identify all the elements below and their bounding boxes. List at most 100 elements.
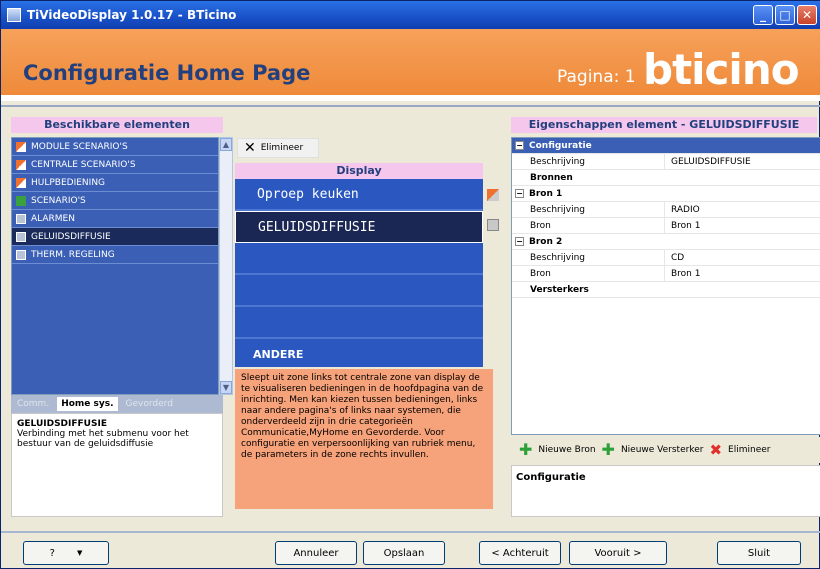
group-label: Bron 1 [529, 188, 563, 199]
list-item-label: THERM. REGELING [31, 249, 115, 260]
opslaan-button[interactable]: Opslaan [363, 541, 445, 565]
property-key: Versterkers [530, 284, 589, 295]
list-item-label: MODULE SCENARIO'S [31, 141, 128, 152]
property-key: Bronnen [530, 172, 573, 183]
list-item[interactable]: CENTRALE SCENARIO'S [12, 156, 218, 174]
page-header: Configuratie Home Page Pagina: 1 bticino [1, 29, 820, 101]
scroll-up-icon[interactable]: ▲ [220, 138, 232, 151]
achteruit-button[interactable]: < Achteruit [479, 541, 561, 565]
new-source-button[interactable]: Nieuwe Bron [538, 445, 595, 455]
sluit-button[interactable]: Sluit [717, 541, 801, 565]
app-icon [7, 8, 21, 22]
property-row[interactable]: Bron Bron 1 [512, 266, 820, 282]
group-label: Bron 2 [529, 236, 563, 247]
description-title: GELUIDSDIFFUSIE [17, 419, 107, 429]
display-row[interactable] [235, 275, 483, 307]
property-value[interactable]: Bron 1 [664, 266, 700, 281]
display-row[interactable]: Oproep keuken [235, 179, 483, 211]
list-item-label: HULPBEDIENING [31, 177, 106, 188]
close-button[interactable]: ✕ [797, 5, 817, 25]
display-row[interactable] [235, 307, 483, 339]
properties-grid: − Configuratie Beschrijving GELUIDSDIFFUSIE… [511, 137, 820, 435]
list-scrollbar[interactable]: ▲ ▼ [219, 137, 233, 395]
minimize-button[interactable]: _ [753, 5, 773, 25]
right-elimineer-button[interactable]: Elimineer [728, 445, 770, 455]
configuration-panel: Configuratie [511, 465, 820, 517]
available-elements-list: MODULE SCENARIO'S CENTRALE SCENARIO'S HULP… [11, 137, 219, 395]
bticino-logo: bticino [643, 45, 800, 94]
list-item-label: CENTRALE SCENARIO'S [31, 159, 136, 170]
help-dropdown[interactable]: ? ▼ [23, 541, 109, 565]
description-text: Verbinding met het submenu voor het best… [17, 429, 189, 449]
move-flag-icon[interactable] [487, 189, 499, 201]
edit-icon[interactable] [487, 219, 499, 231]
list-item[interactable]: SCENARIO'S [12, 192, 218, 210]
green-icon [16, 195, 26, 206]
property-row[interactable]: Beschrijving CD [512, 250, 820, 266]
list-item-label: ALARMEN [31, 213, 75, 224]
property-row[interactable]: Versterkers [512, 282, 820, 298]
window-title: TiVideoDisplay 1.0.17 - BTicino [27, 8, 237, 22]
flag-icon [16, 141, 26, 152]
divider [1, 531, 820, 533]
tab-gevorderd[interactable]: Gevorderd [126, 399, 173, 409]
property-group[interactable]: − Configuratie [512, 138, 820, 154]
property-key: Beschrijving [530, 252, 585, 263]
help-text: Sleept uit zone links tot centrale zone … [235, 369, 493, 509]
collapse-icon[interactable]: − [515, 237, 524, 246]
property-key: Beschrijving [530, 156, 585, 167]
new-amplifier-button[interactable]: Nieuwe Versterker [621, 445, 704, 455]
property-row[interactable]: Bron Bron 1 [512, 218, 820, 234]
property-value[interactable]: RADIO [664, 202, 700, 217]
page-number: Pagina: 1 [557, 67, 636, 87]
gray-icon [16, 249, 26, 260]
group-label: Configuratie [529, 140, 592, 151]
property-key: Bron [530, 268, 551, 279]
property-value[interactable]: Bron 1 [664, 218, 700, 233]
app-window: TiVideoDisplay 1.0.17 - BTicino _ □ ✕ Co… [0, 0, 820, 569]
flag-icon [16, 159, 26, 170]
element-description: GELUIDSDIFFUSIE Verbinding met het subme… [11, 413, 223, 517]
page-title: Configuratie Home Page [23, 61, 311, 85]
collapse-icon[interactable]: − [515, 189, 524, 198]
vooruit-button[interactable]: Vooruit > [569, 541, 667, 565]
tab-comm[interactable]: Comm. [17, 399, 49, 409]
plus-icon: ✚ [601, 440, 615, 459]
display-row[interactable]: GELUIDSDIFFUSIE [235, 211, 483, 243]
list-item[interactable]: HULPBEDIENING [12, 174, 218, 192]
property-row[interactable]: Beschrijving GELUIDSDIFFUSIE [512, 154, 820, 170]
list-item-label: SCENARIO'S [31, 195, 86, 206]
list-item[interactable]: MODULE SCENARIO'S [12, 138, 218, 156]
collapse-icon[interactable]: − [515, 141, 524, 150]
tab-home-sys[interactable]: Home sys. [57, 397, 118, 411]
plus-icon: ✚ [519, 440, 533, 459]
scroll-down-icon[interactable]: ▼ [220, 381, 232, 394]
display-zone: Oproep keuken GELUIDSDIFFUSIE ANDERE [235, 179, 483, 371]
list-item[interactable]: GELUIDSDIFFUSIE [12, 228, 218, 246]
available-elements-heading: Beschikbare elementen [11, 117, 223, 133]
list-item[interactable]: THERM. REGELING [12, 246, 218, 264]
chevron-down-icon: ▼ [76, 549, 83, 557]
properties-toolbar: ✚ Nieuwe Bron ✚ Nieuwe Versterker ✖ Elim… [511, 437, 820, 463]
annuleer-button[interactable]: Annuleer [275, 541, 357, 565]
property-key: Beschrijving [530, 204, 585, 215]
title-bar: TiVideoDisplay 1.0.17 - BTicino _ □ ✕ [1, 1, 820, 29]
property-value[interactable]: GELUIDSDIFFUSIE [664, 154, 751, 169]
display-heading: Display [235, 163, 483, 179]
elimineer-button[interactable]: ✕ Elimineer [237, 138, 319, 158]
divider [1, 105, 820, 107]
display-row[interactable]: ANDERE [235, 339, 483, 371]
delete-x-icon: ✖ [709, 440, 723, 459]
list-item[interactable]: ALARMEN [12, 210, 218, 228]
list-item-label: GELUIDSDIFFUSIE [31, 231, 111, 242]
property-row[interactable]: Bronnen [512, 170, 820, 186]
category-tabs: Comm. Home sys. Gevorderd [11, 395, 223, 413]
delete-x-icon: ✕ [244, 140, 256, 156]
maximize-button[interactable]: □ [775, 5, 795, 25]
property-row[interactable]: Beschrijving RADIO [512, 202, 820, 218]
property-group[interactable]: − Bron 1 [512, 186, 820, 202]
property-value[interactable]: CD [664, 250, 684, 265]
property-group[interactable]: − Bron 2 [512, 234, 820, 250]
elimineer-label: Elimineer [260, 143, 304, 153]
display-row[interactable] [235, 243, 483, 275]
